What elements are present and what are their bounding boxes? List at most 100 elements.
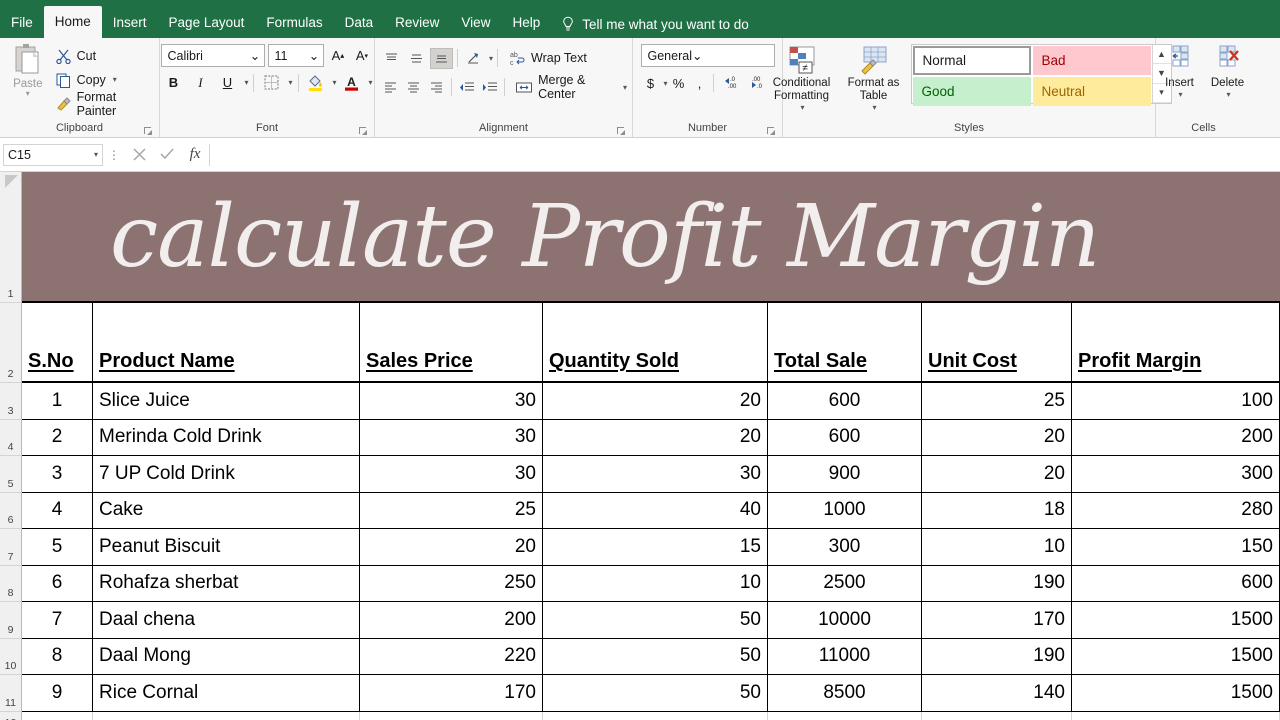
copy-button[interactable]: Copy ▾ (55, 69, 154, 90)
conditional-formatting-caret-icon[interactable]: ▾ (800, 103, 804, 112)
underline-button[interactable]: U (215, 71, 239, 94)
cell-profit-margin[interactable]: 300 (1072, 456, 1280, 493)
percent-button[interactable]: % (669, 72, 689, 94)
increase-font-size-button[interactable]: A ▴ (327, 44, 348, 67)
number-format-combo[interactable]: General ⌄ (640, 44, 775, 67)
row-header-12[interactable]: 12 (0, 711, 22, 720)
cell-total-sale[interactable]: 600 (768, 383, 922, 420)
borders-caret-icon[interactable]: ▾ (288, 78, 292, 87)
cell-profit-margin[interactable]: 280 (1072, 492, 1280, 529)
cell-unit-cost[interactable]: 18 (922, 492, 1072, 529)
row-header-6[interactable]: 6 (0, 492, 22, 529)
cell-unit-cost[interactable]: 10 (922, 529, 1072, 566)
cell-sno[interactable]: 3 (22, 456, 93, 493)
cell-quantity-sold[interactable]: 20 (543, 419, 768, 456)
font-size-combo[interactable]: 11 ⌄ (268, 44, 325, 67)
cell-sales-price[interactable]: 250 (360, 565, 543, 602)
row-header-8[interactable]: 8 (0, 565, 22, 602)
paste-caret-icon[interactable]: ▾ (26, 90, 30, 98)
cell-product[interactable]: Daal chena (93, 602, 360, 639)
cell-total-sale[interactable]: 10000 (768, 602, 922, 639)
cell-style-bad[interactable]: Bad (1032, 46, 1151, 75)
row-header-7[interactable]: 7 (0, 529, 22, 566)
cell-product[interactable]: 7 UP Cold Drink (93, 456, 360, 493)
tab-page-layout[interactable]: Page Layout (158, 8, 256, 38)
orientation-caret-icon[interactable]: ▾ (489, 54, 493, 63)
align-right-button[interactable] (426, 77, 447, 98)
align-center-button[interactable] (403, 77, 424, 98)
cell-quantity-sold[interactable]: 30 (543, 456, 768, 493)
cell-sales-price[interactable]: 25 (360, 492, 543, 529)
cell-unit-cost[interactable]: 190 (922, 638, 1072, 675)
tell-me-box[interactable]: Tell me what you want to do (551, 16, 759, 38)
cut-button[interactable]: Cut (55, 45, 154, 66)
cell-empty[interactable] (360, 711, 543, 720)
cell-empty[interactable] (1072, 711, 1280, 720)
insert-cells-caret-icon[interactable]: ▾ (1178, 90, 1182, 99)
cell-product[interactable]: Peanut Biscuit (93, 529, 360, 566)
align-middle-button[interactable] (405, 48, 428, 69)
cell-sales-price[interactable]: 220 (360, 638, 543, 675)
chevron-down-icon[interactable]: ▾ (94, 150, 98, 159)
cell-product[interactable]: Merinda Cold Drink (93, 419, 360, 456)
increase-decimal-button[interactable]: .0 .00 (717, 72, 742, 94)
tab-file[interactable]: File (0, 8, 44, 38)
cell-unit-cost[interactable]: 25 (922, 383, 1072, 420)
cell-product[interactable]: Rohafza sherbat (93, 565, 360, 602)
cell-sales-price[interactable]: 30 (360, 456, 543, 493)
cell-sales-price[interactable]: 200 (360, 602, 543, 639)
cell-product[interactable]: Slice Juice (93, 383, 360, 420)
row-header-1[interactable]: 1 (0, 172, 22, 303)
cell-sales-price[interactable]: 20 (360, 529, 543, 566)
cell-quantity-sold[interactable]: 50 (543, 638, 768, 675)
italic-button[interactable]: I (188, 71, 212, 94)
tab-view[interactable]: View (450, 8, 501, 38)
cell-sno[interactable]: 5 (22, 529, 93, 566)
underline-caret-icon[interactable]: ▾ (244, 78, 248, 87)
cell-total-sale[interactable]: 300 (768, 529, 922, 566)
cell-empty[interactable] (22, 711, 93, 720)
cell-total-sale[interactable]: 8500 (768, 675, 922, 712)
cell-total-sale[interactable]: 11000 (768, 638, 922, 675)
formula-input[interactable] (209, 143, 1280, 166)
tab-help[interactable]: Help (501, 8, 551, 38)
cell-sno[interactable]: 6 (22, 565, 93, 602)
cell-unit-cost[interactable]: 170 (922, 602, 1072, 639)
row-header-4[interactable]: 4 (0, 419, 22, 456)
cell-sno[interactable]: 4 (22, 492, 93, 529)
decrease-font-size-button[interactable]: A ▾ (351, 44, 372, 67)
cell-product[interactable]: Rice Cornal (93, 675, 360, 712)
font-name-combo[interactable]: Calibri ⌄ (161, 44, 266, 67)
name-box[interactable]: C15 ▾ (3, 143, 103, 166)
cell-unit-cost[interactable]: 20 (922, 419, 1072, 456)
cell-quantity-sold[interactable]: 50 (543, 602, 768, 639)
format-as-table-caret-icon[interactable]: ▾ (872, 103, 876, 112)
cell-profit-margin[interactable]: 1500 (1072, 602, 1280, 639)
align-left-button[interactable] (380, 77, 401, 98)
insert-function-button[interactable]: fx (181, 143, 209, 167)
wrap-text-button[interactable]: ab c Wrap Text (502, 47, 587, 69)
alignment-dialog-launcher-icon[interactable] (617, 127, 626, 136)
cell-empty[interactable] (93, 711, 360, 720)
row-header-2[interactable]: 2 (0, 303, 22, 383)
cell-total-sale[interactable]: 1000 (768, 492, 922, 529)
decrease-indent-button[interactable] (456, 77, 477, 98)
cell-sno[interactable]: 1 (22, 383, 93, 420)
column-header-product[interactable]: Product Name (93, 303, 360, 383)
cell-sno[interactable]: 7 (22, 602, 93, 639)
copy-caret-icon[interactable]: ▾ (113, 75, 117, 84)
row-header-9[interactable]: 9 (0, 602, 22, 639)
cell-quantity-sold[interactable]: 10 (543, 565, 768, 602)
format-painter-button[interactable]: Format Painter (55, 90, 154, 118)
cell-quantity-sold[interactable]: 15 (543, 529, 768, 566)
bold-button[interactable]: B (161, 71, 185, 94)
column-header-profit-margin[interactable]: Profit Margin (1072, 303, 1280, 383)
select-all-corner[interactable] (0, 172, 22, 190)
cell-profit-margin[interactable]: 1500 (1072, 638, 1280, 675)
delete-cells-button[interactable]: Delete ▾ (1205, 43, 1251, 99)
cell-sales-price[interactable]: 30 (360, 383, 543, 420)
orientation-button[interactable] (462, 48, 485, 69)
font-dialog-launcher-icon[interactable] (359, 127, 368, 136)
cell-style-neutral[interactable]: Neutral (1032, 77, 1151, 106)
cell-total-sale[interactable]: 900 (768, 456, 922, 493)
